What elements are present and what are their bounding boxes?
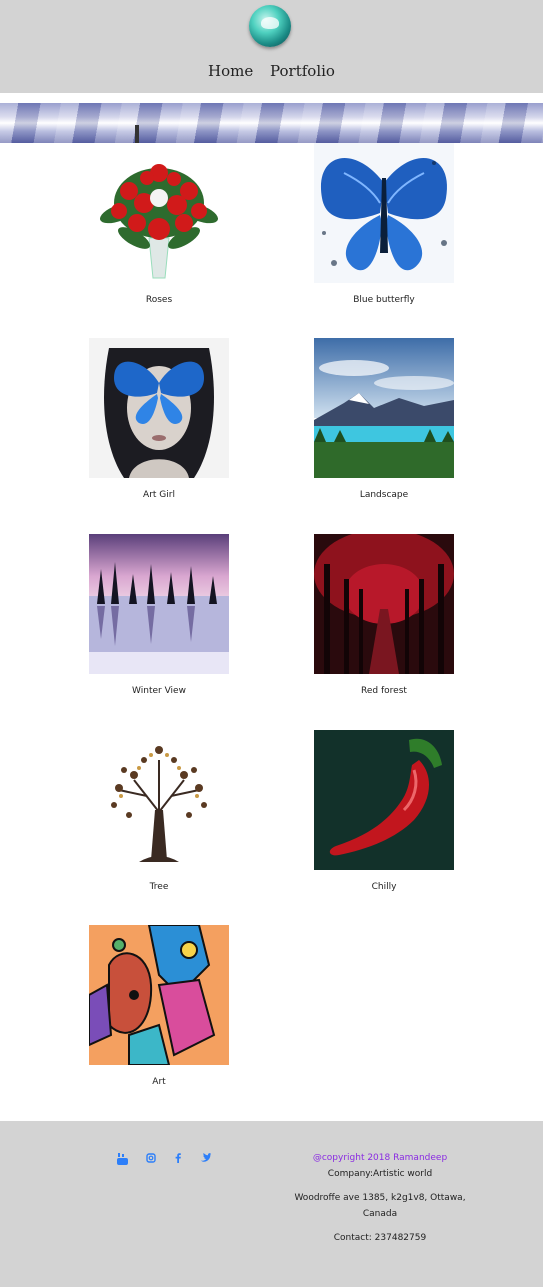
chilly-image[interactable] xyxy=(314,730,454,870)
banner-spire xyxy=(135,125,139,143)
gallery-caption: Art Girl xyxy=(143,490,175,500)
contact-text: Contact: 237482759 xyxy=(333,1233,427,1243)
nav-portfolio-link[interactable]: Portfolio xyxy=(270,62,335,80)
copyright-link[interactable]: @copyright 2018 Ramandeep xyxy=(290,1153,470,1163)
gallery-item-tree[interactable]: Tree xyxy=(74,730,244,892)
blue-butterfly-image[interactable] xyxy=(314,143,454,283)
gallery-caption: Winter View xyxy=(132,686,186,696)
roses-image[interactable] xyxy=(89,143,229,283)
instagram-icon[interactable] xyxy=(146,1153,156,1167)
facebook-icon[interactable] xyxy=(175,1153,181,1167)
gallery-caption: Art xyxy=(152,1077,166,1087)
sky-banner-image xyxy=(0,103,543,143)
gallery-caption: Blue butterfly xyxy=(353,295,415,305)
gallery-caption: Landscape xyxy=(359,490,409,500)
address-text: Woodroffe ave 1385, k2g1v8, Ottawa, Cana… xyxy=(294,1193,466,1219)
gallery-item-art-girl[interactable]: Art Girl xyxy=(74,338,244,500)
gallery-item-blue-butterfly[interactable]: Blue butterfly xyxy=(299,143,469,305)
art-image[interactable] xyxy=(89,925,229,1065)
logo-icon[interactable] xyxy=(249,5,291,47)
gallery-caption: Tree xyxy=(149,882,169,892)
gallery-item-red-forest[interactable]: Red forest xyxy=(299,534,469,696)
gallery-item-art[interactable]: Art xyxy=(74,925,244,1087)
art-girl-image[interactable] xyxy=(89,338,229,478)
tree-image[interactable] xyxy=(89,730,229,870)
gallery-caption: Roses xyxy=(145,295,173,305)
gallery-item-chilly[interactable]: Chilly xyxy=(299,730,469,892)
gallery-item-roses[interactable]: Roses xyxy=(74,143,244,305)
gallery-item-winter-view[interactable]: Winter View xyxy=(74,534,244,696)
company-text: Company:Artistic world xyxy=(327,1169,433,1179)
site-footer: @copyright 2018 Ramandeep Company:Artist… xyxy=(0,1121,543,1287)
gallery-caption: Red forest xyxy=(361,686,407,696)
gallery-item-landscape[interactable]: Landscape xyxy=(299,338,469,500)
winter-view-image[interactable] xyxy=(89,534,229,674)
youtube-icon[interactable] xyxy=(117,1153,128,1167)
gallery-caption: Chilly xyxy=(371,882,397,892)
site-header: Home Portfolio xyxy=(0,0,543,93)
nav-home-link[interactable]: Home xyxy=(208,62,253,80)
landscape-image[interactable] xyxy=(314,338,454,478)
red-forest-image[interactable] xyxy=(314,534,454,674)
twitter-icon[interactable] xyxy=(201,1153,211,1167)
main-nav: Home Portfolio xyxy=(0,62,543,80)
